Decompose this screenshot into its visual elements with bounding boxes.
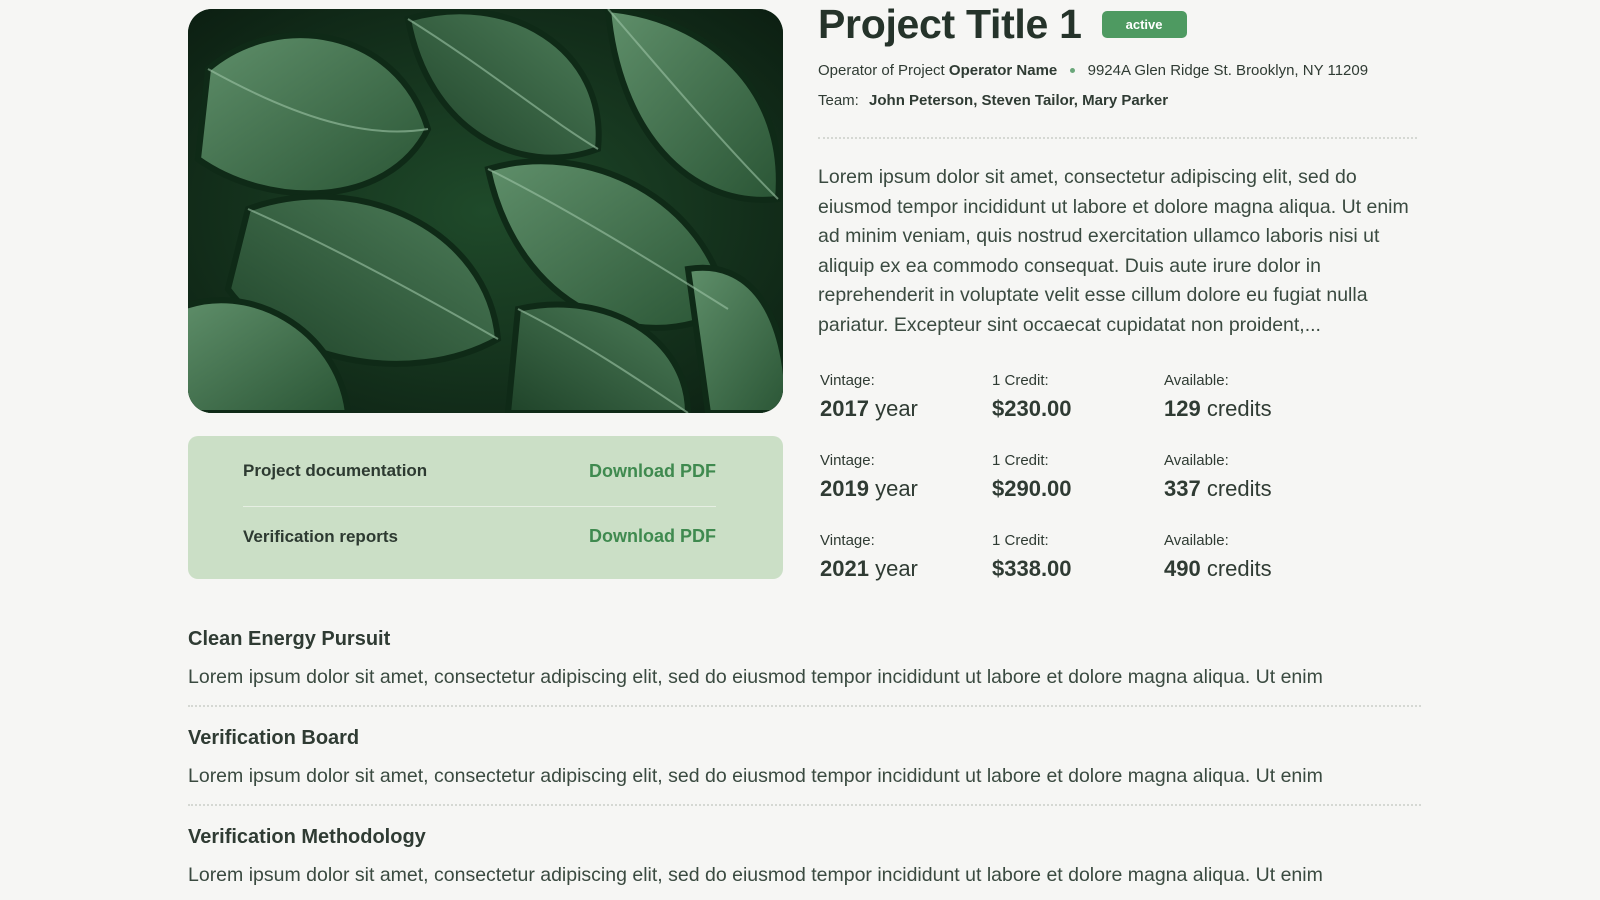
project-page: Project documentation Download PDF Verif… <box>0 0 1600 900</box>
section-text: Lorem ipsum dolor sit amet, consectetur … <box>188 666 1323 688</box>
info-section: Verification Methodology Lorem ipsum dol… <box>188 826 1421 900</box>
year-unit: year <box>875 476 918 501</box>
credit-row: Vintage: 2021 year 1 Credit: $338.00 Ava… <box>820 532 1364 612</box>
project-description: Lorem ipsum dolor sit amet, consectetur … <box>818 166 1409 336</box>
divider <box>188 705 1421 707</box>
document-row: Verification reports Download PDF <box>243 506 716 566</box>
year-unit: year <box>875 396 918 421</box>
team-info: Team: John Peterson, Steven Tailor, Mary… <box>818 92 1168 109</box>
available-label: Available: <box>1164 372 1229 389</box>
credits-unit: credits <box>1206 476 1272 501</box>
available-cell: Available: 490 credits <box>1164 532 1364 612</box>
operator-name: Operator Name <box>948 62 1058 79</box>
credits-unit: credits <box>1206 556 1272 581</box>
vintage-cell: Vintage: 2017 year <box>820 372 992 452</box>
credit-label: 1 Credit: <box>992 372 1049 389</box>
section-text: Lorem ipsum dolor sit amet, consectetur … <box>188 765 1323 787</box>
credit-label: 1 Credit: <box>992 532 1049 549</box>
separator-dot-icon <box>1070 67 1076 73</box>
available-value: 129 credits <box>1164 396 1364 422</box>
credit-row: Vintage: 2019 year 1 Credit: $290.00 Ava… <box>820 452 1364 532</box>
vintage-cell: Vintage: 2021 year <box>820 532 992 612</box>
section-text: Lorem ipsum dolor sit amet, consectetur … <box>188 864 1323 886</box>
vintage-year: 2021 <box>820 556 869 581</box>
team-label: Team: <box>818 92 859 109</box>
available-value: 337 credits <box>1164 476 1364 502</box>
credits-unit: credits <box>1206 396 1272 421</box>
section-title: Clean Energy Pursuit <box>188 628 391 650</box>
price-cell: 1 Credit: $338.00 <box>992 532 1164 612</box>
credit-label: 1 Credit: <box>992 452 1049 469</box>
available-label: Available: <box>1164 452 1229 469</box>
vintage-label: Vintage: <box>820 372 875 389</box>
available-cell: Available: 337 credits <box>1164 452 1364 532</box>
team-members: John Peterson, Steven Tailor, Mary Parke… <box>869 92 1169 109</box>
divider <box>818 137 1417 139</box>
operator-info: Operator of Project Operator Name 9924A … <box>818 62 1368 79</box>
credit-price: $230.00 <box>992 396 1072 421</box>
available-count: 129 <box>1164 396 1201 421</box>
credits-table: Vintage: 2017 year 1 Credit: $230.00 Ava… <box>820 372 1364 612</box>
monstera-leaves-image <box>188 9 783 413</box>
vintage-year: 2017 <box>820 396 869 421</box>
credit-price: $338.00 <box>992 556 1072 581</box>
divider <box>188 804 1421 806</box>
available-cell: Available: 129 credits <box>1164 372 1364 452</box>
vintage-label: Vintage: <box>820 532 875 549</box>
document-label: Project documentation <box>243 461 428 480</box>
documents-panel: Project documentation Download PDF Verif… <box>188 436 783 579</box>
year-unit: year <box>875 556 918 581</box>
document-label: Verification reports <box>243 526 398 546</box>
download-pdf-link[interactable]: Download PDF <box>589 461 716 482</box>
page-title: Project Title 1 <box>818 0 1082 47</box>
vintage-label: Vintage: <box>820 452 875 469</box>
available-label: Available: <box>1164 532 1229 549</box>
info-section: Verification Board Lorem ipsum dolor sit… <box>188 727 1421 826</box>
available-count: 337 <box>1164 476 1201 501</box>
price-cell: 1 Credit: $290.00 <box>992 452 1164 532</box>
vintage-year: 2019 <box>820 476 869 501</box>
vintage-value: 2017 year <box>820 396 992 422</box>
info-sections: Clean Energy Pursuit Lorem ipsum dolor s… <box>188 628 1421 900</box>
title-row: Project Title 1 active <box>818 0 1187 48</box>
section-title: Verification Methodology <box>188 826 426 848</box>
vintage-value: 2021 year <box>820 556 992 582</box>
operator-prefix: Operator of Project <box>818 62 945 79</box>
section-title: Verification Board <box>188 727 360 749</box>
credit-price: $290.00 <box>992 476 1072 501</box>
price-cell: 1 Credit: $230.00 <box>992 372 1164 452</box>
address: 9924A Glen Ridge St. Brooklyn, NY 11209 <box>1087 62 1369 79</box>
document-row: Project documentation Download PDF <box>243 436 716 506</box>
project-image <box>188 9 783 413</box>
download-pdf-link[interactable]: Download PDF <box>589 526 716 547</box>
info-section: Clean Energy Pursuit Lorem ipsum dolor s… <box>188 628 1421 727</box>
vintage-cell: Vintage: 2019 year <box>820 452 992 532</box>
credit-row: Vintage: 2017 year 1 Credit: $230.00 Ava… <box>820 372 1364 452</box>
available-count: 490 <box>1164 556 1201 581</box>
available-value: 490 credits <box>1164 556 1364 582</box>
vintage-value: 2019 year <box>820 476 992 502</box>
status-badge: active <box>1101 10 1187 38</box>
